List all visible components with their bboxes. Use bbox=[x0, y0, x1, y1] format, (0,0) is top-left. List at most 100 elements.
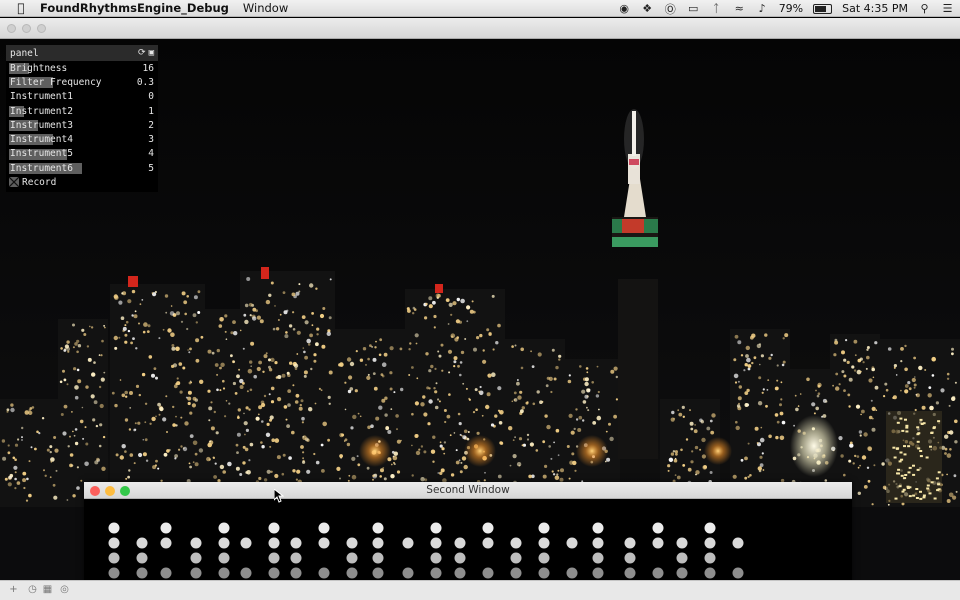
battery-percent[interactable]: 79% bbox=[779, 2, 803, 15]
rhythm-dot bbox=[240, 537, 252, 549]
add-icon[interactable]: + bbox=[8, 584, 19, 595]
wifi-icon[interactable]: ≈ bbox=[733, 2, 746, 15]
record-icon[interactable]: ◉ bbox=[618, 2, 631, 15]
rhythm-dot bbox=[454, 537, 466, 549]
clock[interactable]: Sat 4:35 PM bbox=[842, 2, 908, 15]
rhythm-dot bbox=[592, 552, 604, 564]
rhythm-dot bbox=[510, 552, 522, 564]
rhythm-dot bbox=[136, 552, 148, 564]
window-menu[interactable]: Window bbox=[243, 1, 288, 15]
second-window-titlebar[interactable]: Second Window bbox=[84, 482, 852, 499]
clock-icon[interactable]: ◷ bbox=[27, 584, 38, 595]
rhythm-dot bbox=[624, 537, 636, 549]
close-button[interactable] bbox=[7, 24, 16, 33]
control-panel: panel ⟳ ▣ Brightness 16 Filter Frequency… bbox=[6, 45, 158, 192]
rhythm-dot bbox=[190, 537, 202, 549]
slider-filter-frequency[interactable]: Filter Frequency 0.3 bbox=[6, 75, 158, 89]
rhythm-dot bbox=[290, 567, 302, 579]
record-label: Record bbox=[22, 176, 57, 188]
slider-instrument1[interactable]: Instrument1 0 bbox=[6, 90, 158, 104]
rhythm-dot bbox=[218, 537, 230, 549]
rhythm-dot bbox=[240, 567, 252, 579]
airplay-icon[interactable]: ▭ bbox=[687, 2, 700, 15]
rhythm-dot bbox=[538, 522, 550, 534]
rhythm-dot bbox=[732, 537, 744, 549]
volume-icon[interactable]: ♪ bbox=[756, 2, 769, 15]
rhythm-dot bbox=[160, 537, 172, 549]
slider-instrument4[interactable]: Instrument4 3 bbox=[6, 132, 158, 146]
apple-menu-icon[interactable]:  bbox=[10, 1, 32, 15]
slider-instrument5[interactable]: Instrument5 4 bbox=[6, 147, 158, 161]
rhythm-dot bbox=[592, 522, 604, 534]
grid-icon[interactable]: ▦ bbox=[42, 584, 53, 595]
slider-label: Instrument6 bbox=[10, 162, 73, 174]
slider-value: 2 bbox=[148, 119, 154, 131]
rhythm-dot bbox=[160, 567, 172, 579]
slider-instrument6[interactable]: Instrument6 5 bbox=[6, 161, 158, 175]
minimize-button[interactable] bbox=[22, 24, 31, 33]
rhythm-dot bbox=[318, 522, 330, 534]
rhythm-dot bbox=[108, 552, 120, 564]
panel-title: panel bbox=[10, 47, 39, 59]
rhythm-dot bbox=[624, 567, 636, 579]
main-window-statusbar: + ◷ ▦ ◎ bbox=[0, 580, 960, 600]
slider-label: Instrument2 bbox=[10, 105, 73, 117]
rhythm-dot bbox=[454, 567, 466, 579]
rhythm-dot bbox=[454, 552, 466, 564]
rhythm-dot bbox=[482, 537, 494, 549]
notification-center-icon[interactable]: ☰ bbox=[941, 2, 954, 15]
rhythm-dot bbox=[268, 522, 280, 534]
window-title: Second Window bbox=[426, 484, 510, 496]
slider-value: 4 bbox=[148, 148, 154, 160]
rhythm-dot bbox=[372, 567, 384, 579]
rhythm-dot bbox=[346, 552, 358, 564]
rhythm-dot bbox=[218, 567, 230, 579]
panel-header[interactable]: panel ⟳ ▣ bbox=[6, 45, 158, 61]
mouse-cursor-icon bbox=[274, 489, 284, 503]
record-toggle[interactable]: Record bbox=[6, 175, 158, 189]
rhythm-dot bbox=[732, 567, 744, 579]
status-area: ◉ ❖ Ⓞ ▭ ᛏ ≈ ♪ 79% Sat 4:35 PM ⚲ ☰ bbox=[618, 0, 954, 17]
dropbox-icon[interactable]: ❖ bbox=[641, 2, 654, 15]
refresh-icon[interactable]: ⟳ bbox=[138, 48, 146, 58]
slider-label: Instrument4 bbox=[10, 134, 73, 146]
rhythm-dot bbox=[704, 522, 716, 534]
rhythm-dot bbox=[346, 567, 358, 579]
save-icon[interactable]: ▣ bbox=[149, 48, 154, 58]
rhythm-dot bbox=[592, 537, 604, 549]
target-icon[interactable]: ◎ bbox=[59, 584, 70, 595]
rhythm-dot bbox=[318, 567, 330, 579]
rhythm-dot bbox=[372, 552, 384, 564]
rhythm-dot bbox=[218, 522, 230, 534]
zoom-button[interactable] bbox=[37, 24, 46, 33]
rhythm-dot bbox=[290, 552, 302, 564]
rhythm-dot bbox=[482, 522, 494, 534]
slider-instrument3[interactable]: Instrument3 2 bbox=[6, 118, 158, 132]
rhythm-dot bbox=[538, 567, 550, 579]
slider-label: Instrument5 bbox=[10, 148, 73, 160]
slider-value: 1 bbox=[148, 105, 154, 117]
checkbox-icon[interactable] bbox=[8, 176, 20, 188]
rhythm-dot bbox=[108, 567, 120, 579]
rhythm-dot bbox=[652, 567, 664, 579]
bluetooth-icon[interactable]: ᛏ bbox=[710, 2, 723, 15]
battery-icon[interactable] bbox=[813, 3, 833, 14]
rhythm-dot bbox=[402, 537, 414, 549]
slider-value: 3 bbox=[148, 134, 154, 146]
rhythm-dot bbox=[676, 537, 688, 549]
slider-label: Filter Frequency bbox=[10, 76, 102, 88]
rhythm-dot bbox=[136, 567, 148, 579]
rhythm-dot bbox=[676, 552, 688, 564]
slider-value: 16 bbox=[142, 62, 154, 74]
rhythm-dot bbox=[566, 537, 578, 549]
onepassword-icon[interactable]: Ⓞ bbox=[664, 1, 677, 17]
rhythm-dot bbox=[268, 552, 280, 564]
slider-brightness[interactable]: Brightness 16 bbox=[6, 61, 158, 75]
spotlight-icon[interactable]: ⚲ bbox=[918, 2, 931, 15]
app-menu[interactable]: FoundRhythmsEngine_Debug bbox=[40, 1, 229, 15]
slider-instrument2[interactable]: Instrument2 1 bbox=[6, 104, 158, 118]
rhythm-dot bbox=[268, 537, 280, 549]
slider-label: Instrument1 bbox=[10, 91, 73, 103]
rhythm-dot bbox=[218, 552, 230, 564]
slider-value: 5 bbox=[148, 162, 154, 174]
